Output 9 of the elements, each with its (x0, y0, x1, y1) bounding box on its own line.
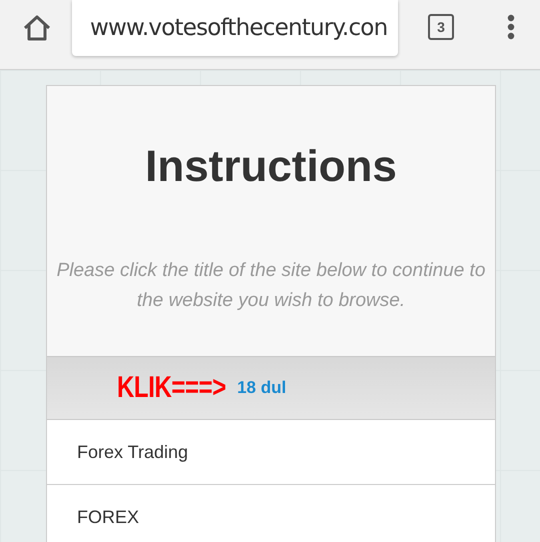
address-bar[interactable]: www.votesofthecentury.con (72, 0, 398, 56)
menu-icon[interactable] (507, 14, 515, 40)
site-link[interactable]: Forex Trading (47, 420, 495, 485)
page-title: Instructions (145, 142, 397, 192)
home-icon[interactable] (22, 14, 52, 42)
klik-text: KLIK===> (117, 371, 226, 405)
tab-count-button[interactable]: 3 (428, 14, 454, 40)
instructions-text: Please click the title of the site below to continue to the website you wish to browse. (56, 259, 486, 313)
site-link[interactable]: FOREX (47, 485, 495, 542)
